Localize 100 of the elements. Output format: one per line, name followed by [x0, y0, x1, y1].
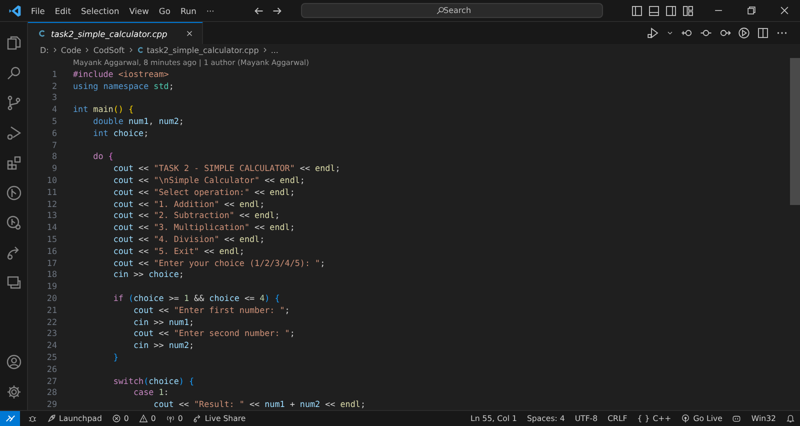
- code-logo-icon[interactable]: [8, 4, 22, 18]
- custom-layout-icon[interactable]: [682, 4, 694, 16]
- code-line: cin >> num2;: [132, 340, 194, 350]
- line-number: 23: [46, 328, 57, 338]
- line-number: 21: [46, 304, 57, 315]
- code-line: cin >> num1;: [132, 316, 194, 327]
- broadcast-icon: [681, 414, 690, 423]
- antenna-icon: [166, 414, 175, 423]
- line-number: 26: [46, 364, 57, 374]
- split-editor-icon[interactable]: [757, 27, 769, 39]
- right-sidebar-layout-icon[interactable]: [665, 4, 677, 16]
- robot-icon: [732, 414, 742, 423]
- share-arrow-icon[interactable]: [6, 245, 22, 261]
- code-line: cin >> choice;: [112, 269, 184, 280]
- branch-icon[interactable]: [6, 95, 22, 111]
- line-number: 2: [50, 80, 57, 91]
- line-number: 24: [46, 340, 57, 350]
- line-number: 29: [46, 399, 57, 410]
- line-number: 5: [50, 116, 57, 126]
- branch-circle-icon[interactable]: [6, 185, 22, 201]
- account-icon[interactable]: [6, 354, 22, 370]
- remote-icon: [4, 413, 16, 424]
- code-line: cout << "4. Division" << endl;: [112, 234, 265, 244]
- editor-tab[interactable]: task2_simple_calculator.cpp: [28, 22, 204, 44]
- menu-item[interactable]: Go: [154, 6, 176, 16]
- line-number: 11: [46, 186, 57, 197]
- line-number: 20: [46, 293, 57, 304]
- extensions-icon[interactable]: [6, 155, 22, 171]
- menu-item[interactable]: Edit: [50, 6, 76, 16]
- search-field[interactable]: Search: [301, 3, 604, 18]
- code-line: cout << "Select operation:" << endl;: [112, 186, 295, 197]
- settings-icon[interactable]: [6, 384, 22, 400]
- code-line: int main() {: [73, 104, 134, 114]
- warning-icon: [138, 414, 148, 423]
- run-icon[interactable]: [647, 27, 659, 39]
- code-line: cout << "Enter first number: ";: [132, 304, 290, 315]
- code-line: cout << "2. Subtraction" << endl;: [112, 210, 280, 220]
- c-file-icon: [136, 46, 145, 54]
- line-number: 7: [50, 140, 57, 150]
- line-number: 12: [46, 198, 57, 209]
- line-number: 1: [50, 68, 57, 79]
- line-number: 27: [46, 376, 57, 386]
- line-number: 6: [50, 128, 57, 138]
- code-line: using namespace std;: [73, 80, 174, 91]
- breadcrumb-item[interactable]: CodSoft: [93, 46, 125, 54]
- code-line: double num1, num2;: [92, 116, 184, 126]
- restore-icon[interactable]: [746, 5, 757, 16]
- share-arrow-icon: [192, 414, 202, 423]
- next-change-icon[interactable]: [719, 27, 731, 39]
- menu-item[interactable]: File: [26, 6, 50, 16]
- commit-icon[interactable]: [700, 27, 712, 39]
- line-number: 13: [46, 210, 57, 220]
- search-icon: [436, 6, 446, 15]
- panel-layout-icon[interactable]: [648, 4, 660, 16]
- caret-icon[interactable]: [666, 29, 674, 37]
- breadcrumb-item[interactable]: Code: [60, 46, 82, 54]
- code-line: cout << "5. Exit" << endl;: [112, 246, 244, 256]
- code-line: cout << "3. Multiplication" << endl;: [112, 222, 295, 232]
- breadcrumb-item[interactable]: ...: [270, 46, 278, 54]
- bug-icon: [28, 414, 37, 423]
- line-number: 10: [46, 175, 57, 186]
- code-line: do {: [92, 151, 114, 162]
- code-line: cout << "Enter second number: ";: [132, 328, 295, 338]
- c-file-icon: [38, 29, 47, 38]
- line-number: 3: [50, 92, 57, 102]
- search-icon[interactable]: [6, 65, 22, 81]
- breadcrumb-item[interactable]: task2_simple_calculator.cpp: [146, 46, 259, 54]
- line-number: 16: [46, 246, 57, 256]
- sidebar-layout-icon[interactable]: [631, 4, 643, 16]
- close-icon[interactable]: [185, 29, 194, 38]
- scrollbar-thumb[interactable]: [790, 58, 800, 205]
- code-line: cout << "1. Addition" << endl;: [112, 198, 265, 209]
- menu-item[interactable]: View: [124, 6, 154, 16]
- code-line: cout << "Enter your choice (1/2/3/4/5): ";: [112, 258, 326, 268]
- code-line: cout << "TASK 2 - SIMPLE CALCULATOR" << endl;: [112, 163, 340, 174]
- close-icon[interactable]: [779, 5, 790, 16]
- code-line: int choice;: [92, 128, 149, 138]
- run-debug-icon[interactable]: [6, 125, 22, 141]
- code-line: cout << "Result: " << num1 + num2 << endl;: [152, 399, 366, 410]
- menu-item[interactable]: Run: [175, 6, 202, 16]
- line-number: 18: [46, 269, 57, 280]
- line-number: 4: [50, 104, 57, 114]
- previous-change-icon[interactable]: [681, 27, 693, 39]
- code-line: }: [112, 352, 118, 362]
- chat-icon[interactable]: [6, 275, 22, 291]
- menu-item[interactable]: Selection: [76, 6, 124, 16]
- breadcrumb-item[interactable]: D:: [40, 46, 49, 54]
- error-icon: [112, 414, 121, 423]
- code-line: cout << "\nSimple Calculator" << endl;: [112, 175, 305, 186]
- code-line: case 1:: [132, 387, 169, 398]
- code-line: if (choice >= 1 && choice <= 4) {: [112, 293, 280, 304]
- menu-item[interactable]: ···: [201, 6, 220, 16]
- line-number: 15: [46, 234, 57, 244]
- line-number: 25: [46, 352, 57, 362]
- line-number: 8: [50, 151, 57, 162]
- files-icon[interactable]: [6, 35, 22, 51]
- code-line: #include <iostream>: [73, 68, 169, 79]
- remote-button[interactable]: [0, 411, 20, 426]
- line-number: 14: [46, 222, 57, 232]
- circle-play-icon[interactable]: [738, 27, 750, 39]
